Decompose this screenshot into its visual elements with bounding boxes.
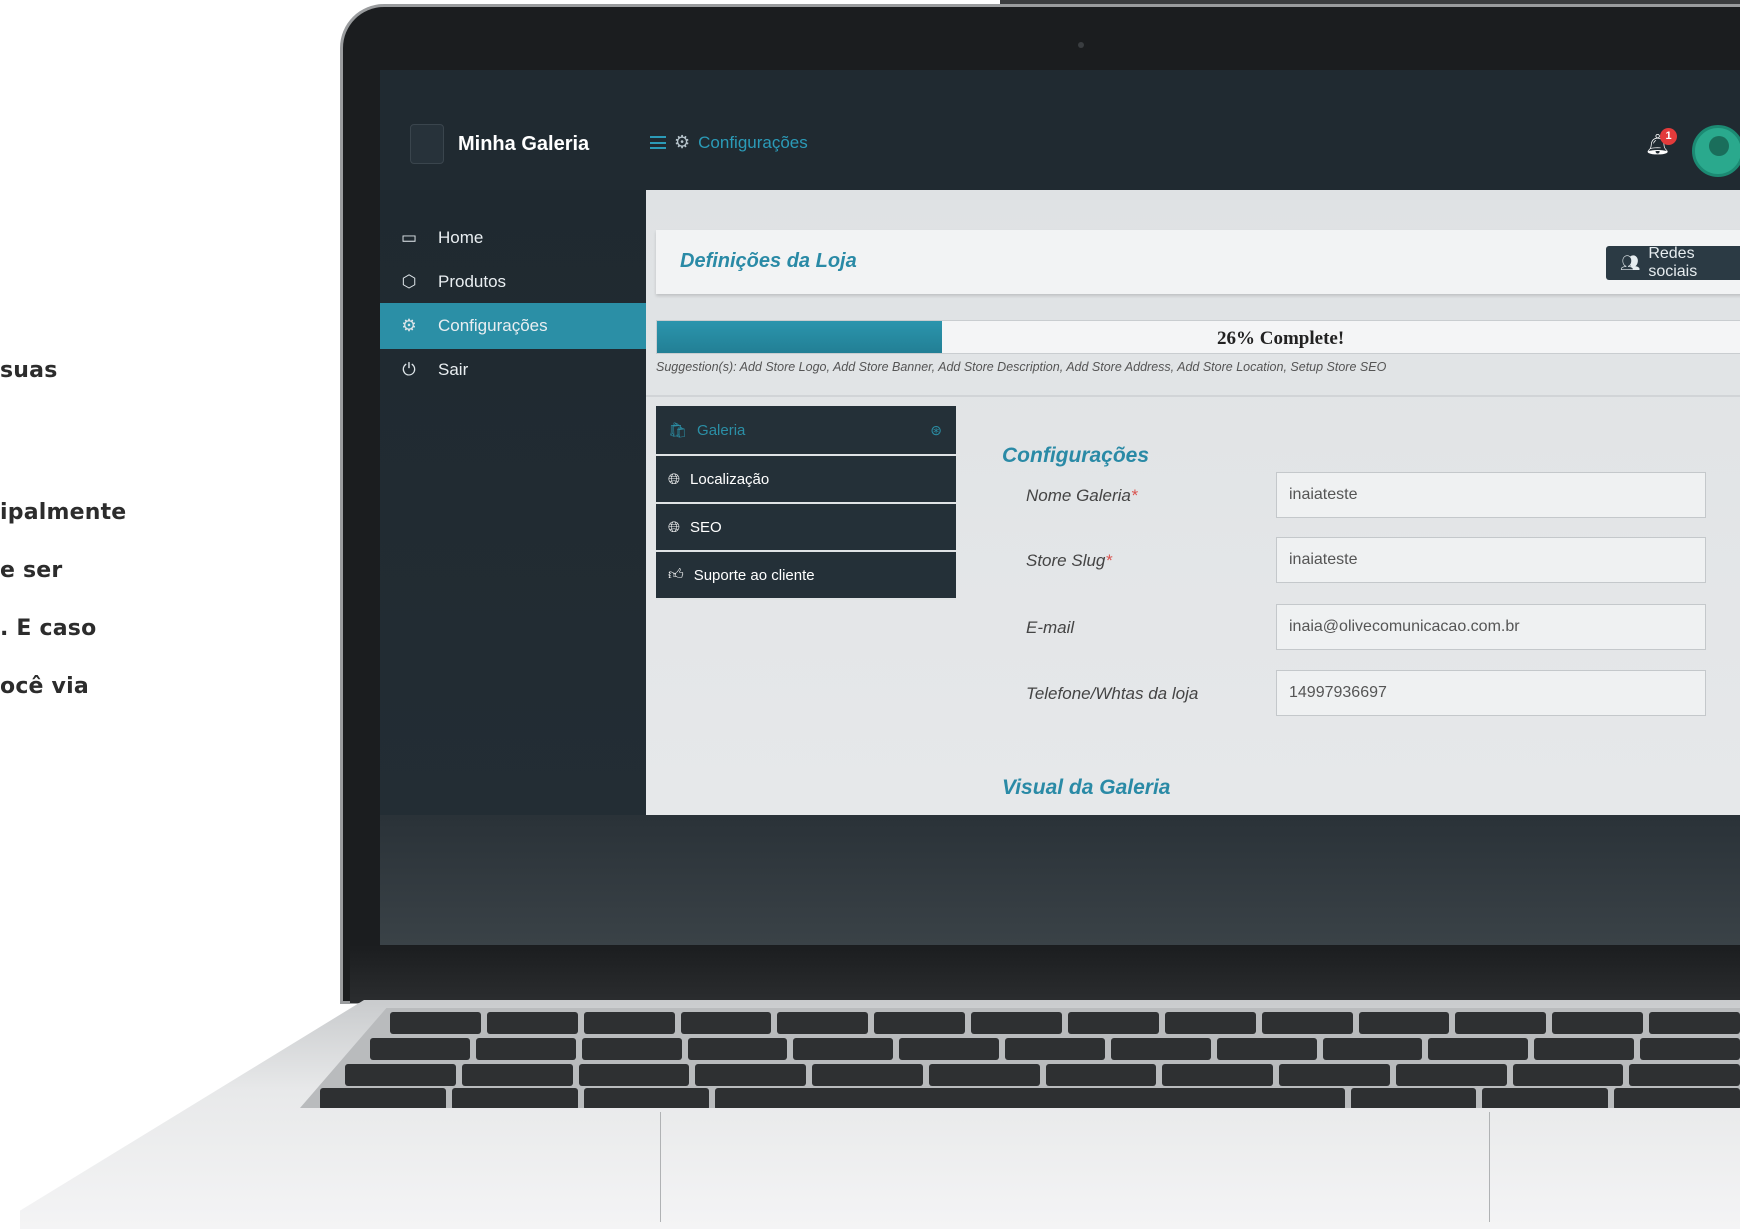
section-title-visual: Visual da Galeria <box>1002 776 1171 799</box>
monitor-icon: ▭ <box>400 228 418 247</box>
store-slug-input[interactable]: inaiateste <box>1276 537 1706 583</box>
telefone-input[interactable]: 14997936697 <box>1276 670 1706 716</box>
side-text-line: suas <box>0 358 58 383</box>
progress-fill <box>657 321 943 353</box>
gears-icon: ⚙ <box>401 316 417 335</box>
chevron-icon: ⊛ <box>930 421 942 438</box>
screen-reflection <box>380 815 1740 945</box>
side-text-line: ocê via <box>0 674 89 699</box>
sidebar-item-sair[interactable]: ⏻ Sair <box>380 347 646 393</box>
sidebar-item-home[interactable]: ▭ Home <box>380 215 646 261</box>
thumbs-up-icon: 👍︎ <box>668 566 684 583</box>
bag-icon: 🛍︎ <box>668 422 688 439</box>
tab-label: Suporte ao cliente <box>693 566 815 584</box>
users-icon: 👥︎ <box>1620 255 1641 272</box>
power-icon: ⏻ <box>402 360 416 379</box>
laptop-chin <box>350 945 1740 1003</box>
brand-name: Minha Galeria <box>458 132 590 155</box>
camera-icon <box>1078 42 1084 48</box>
tab-seo[interactable]: 🌐︎ SEO <box>656 504 956 552</box>
sidebar-item-produtos[interactable]: ⬡ Produtos <box>380 259 646 305</box>
side-text-line: . E caso <box>0 616 97 641</box>
key-row <box>300 1088 1740 1108</box>
side-text-line: ipalmente <box>0 500 127 525</box>
globe-icon: 🌐︎ <box>668 470 681 488</box>
sidebar: ▭ Home ⬡ Produtos ⚙ Configurações ⏻ Sair <box>380 190 646 815</box>
sidebar-item-configuracoes[interactable]: ⚙ Configurações <box>380 303 646 349</box>
gears-icon: ⚙ <box>674 132 691 152</box>
field-label-nome: Nome Galeria* <box>1026 486 1138 505</box>
page-title: Definições da Loja <box>680 250 857 272</box>
top-bar: Minha Galeria ⚙ Configurações 🔔︎ 1 <box>380 70 1740 190</box>
social-networks-button[interactable]: 👥︎ Redes sociais <box>1606 245 1740 280</box>
field-label-telefone: Telefone/Whtas da loja <box>1026 684 1199 703</box>
side-text-line: e ser <box>0 558 63 583</box>
tab-localizacao[interactable]: 🌐︎ Localização <box>656 456 956 504</box>
tab-galeria[interactable]: 🛍︎ Galeria ⊛ <box>656 406 956 456</box>
tab-label: Localização <box>690 470 770 488</box>
section-title-config: Configurações <box>1002 444 1150 467</box>
sidebar-item-label: Produtos <box>438 272 507 291</box>
sidebar-item-label: Configurações <box>438 316 548 335</box>
progress-label: 26% Complete! <box>1217 328 1345 349</box>
box-icon: ⬡ <box>401 272 417 291</box>
keyboard <box>300 1008 1740 1108</box>
main-content: Definições da Loja 👥︎ Redes sociais 26% … <box>646 190 1740 815</box>
laptop-screen: Minha Galeria ⚙ Configurações 🔔︎ 1 ▭ Hom… <box>380 70 1740 945</box>
avatar[interactable] <box>1692 125 1740 177</box>
key-row <box>300 1038 1740 1060</box>
field-label-slug: Store Slug* <box>1026 551 1113 570</box>
field-label-email: E-mail <box>1026 618 1075 637</box>
breadcrumb-label: Configurações <box>698 132 808 152</box>
menu-icon[interactable] <box>650 136 666 149</box>
sidebar-item-label: Home <box>438 228 484 247</box>
brand-logo <box>410 124 444 164</box>
social-networks-label: Redes sociais <box>1648 245 1698 280</box>
laptop-base <box>0 1000 1740 1229</box>
settings-tabs: 🛍︎ Galeria ⊛ 🌐︎ Localização 🌐︎ SEO 👍︎ Su… <box>656 406 956 600</box>
key-row <box>300 1064 1740 1086</box>
page: suas ipalmente e ser . E caso ocê via Mi… <box>0 0 1740 1229</box>
key-row <box>300 1012 1740 1034</box>
tab-suporte[interactable]: 👍︎ Suporte ao cliente <box>656 552 956 600</box>
email-input[interactable]: inaia@olivecomunicacao.com.br <box>1276 604 1706 650</box>
trackpad <box>660 1112 1490 1222</box>
breadcrumb: ⚙ Configurações <box>650 132 808 153</box>
app-window: Minha Galeria ⚙ Configurações 🔔︎ 1 ▭ Hom… <box>380 70 1740 815</box>
suggestions-text: Suggestion(s): Add Store Logo, Add Store… <box>656 360 1387 374</box>
nome-galeria-input[interactable]: inaiateste <box>1276 472 1706 518</box>
brand[interactable]: Minha Galeria <box>410 124 589 164</box>
sidebar-item-label: Sair <box>438 360 469 379</box>
tab-label: Galeria <box>697 421 746 439</box>
notification-badge: 1 <box>1660 128 1677 145</box>
page-header-card: Definições da Loja 👥︎ Redes sociais <box>656 230 1740 294</box>
globe-icon: 🌐︎ <box>668 518 681 536</box>
tab-label: SEO <box>690 518 722 536</box>
divider <box>646 395 1740 397</box>
progress-bar: 26% Complete! <box>656 320 1740 354</box>
